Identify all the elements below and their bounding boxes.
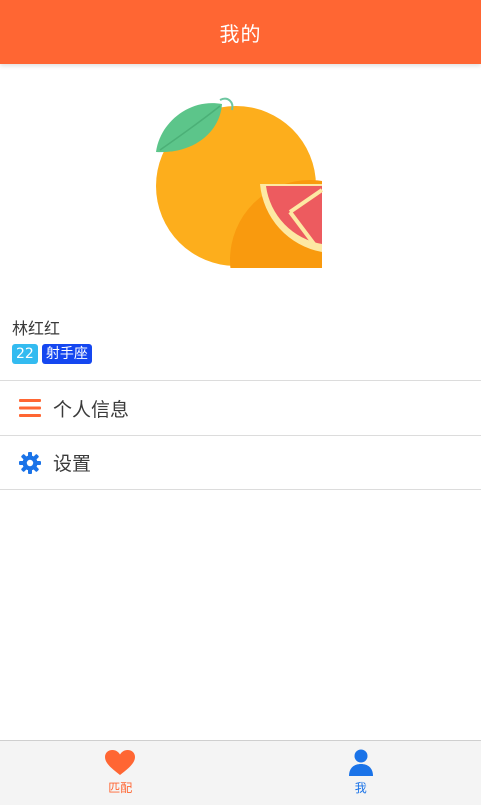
tab-label: 我 xyxy=(354,781,367,795)
heart-icon xyxy=(104,749,136,777)
menu-item-profile-info[interactable]: 个人信息 xyxy=(0,380,481,435)
list-icon xyxy=(18,396,42,420)
tab-label: 匹配 xyxy=(108,781,133,795)
profile-badges: 22 射手座 xyxy=(12,344,92,364)
tab-match[interactable]: 匹配 xyxy=(0,741,241,805)
age-badge: 22 xyxy=(12,344,38,364)
tab-me[interactable]: 我 xyxy=(241,741,481,805)
page-title: 我的 xyxy=(219,21,262,46)
settings-menu: 个人信息 设置 xyxy=(0,380,481,490)
menu-item-label: 个人信息 xyxy=(53,398,130,421)
menu-item-settings[interactable]: 设置 xyxy=(0,435,481,490)
user-icon xyxy=(345,749,377,777)
bottom-tab-bar: 匹配 我 xyxy=(0,740,481,805)
orange-logo xyxy=(156,97,324,272)
app-header: 我的 xyxy=(0,0,481,64)
zodiac-badge: 射手座 xyxy=(41,344,92,364)
menu-item-label: 设置 xyxy=(53,453,92,475)
user-name: 林红红 xyxy=(12,319,61,338)
gear-icon xyxy=(18,451,42,475)
profile-info: 林红红 22 射手座 xyxy=(12,318,92,364)
